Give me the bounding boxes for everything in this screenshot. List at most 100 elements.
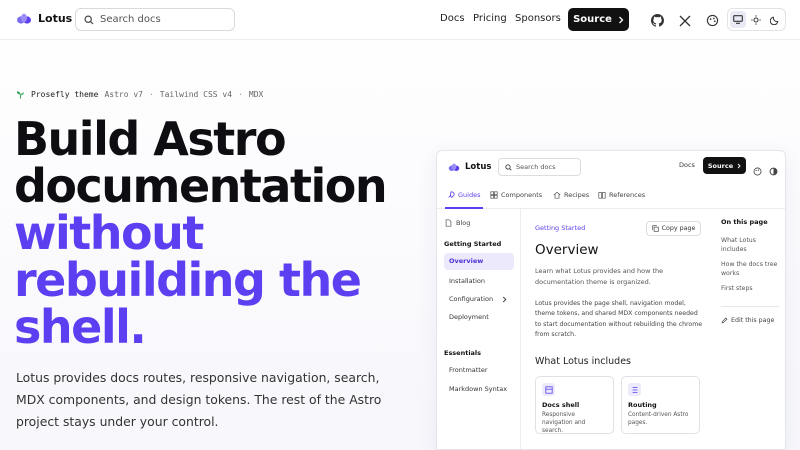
brand-logo-link[interactable]: Lotus (16, 12, 72, 25)
feature-card-docs-shell[interactable]: Docs shell Responsive navigation and sea… (535, 376, 614, 434)
brand-name: Lotus (38, 12, 73, 25)
palette-icon[interactable] (706, 12, 720, 27)
lotus-logo-icon (448, 163, 460, 172)
sprout-icon (16, 90, 25, 99)
tech-astro: Astro v7 (104, 90, 143, 99)
hero-tech-breadcrumb: Prosefly theme Astro v7 · Tailwind CSS v… (16, 90, 263, 99)
toc-link[interactable]: First steps (721, 284, 783, 293)
tab-label: Components (501, 191, 543, 199)
edit-page-label: Edit this page (731, 317, 775, 324)
separator: · (148, 90, 154, 99)
routing-icon (628, 383, 641, 396)
hero-description: Lotus provides docs routes, responsive n… (16, 370, 382, 429)
nav-docs-link[interactable]: Docs (440, 13, 465, 24)
sun-icon[interactable] (748, 11, 764, 28)
chevron-right-icon (618, 16, 624, 24)
copy-page-button[interactable]: Copy page (646, 221, 701, 236)
book-icon (598, 191, 606, 199)
hero-title-line: Build Astro (14, 112, 287, 166)
home-icon (553, 191, 561, 199)
preview-search-box[interactable]: Search docs (498, 158, 581, 176)
preview-brand[interactable]: Lotus (448, 162, 491, 172)
card-title: Routing (628, 401, 657, 409)
hero-title-accent-line: rebuilding the (14, 253, 362, 307)
tab-recipes[interactable]: Recipes (553, 191, 589, 199)
chevron-right-icon (737, 163, 741, 169)
tab-references[interactable]: References (598, 191, 645, 199)
source-button[interactable]: Source (568, 8, 629, 31)
sidebar-item-configuration[interactable]: Configuration (449, 295, 493, 303)
document-icon (445, 219, 452, 227)
sidebar-item-label: Blog (456, 219, 471, 227)
search-icon (505, 163, 512, 171)
tab-label: References (609, 191, 646, 199)
hero-title-line: documentation (14, 159, 388, 213)
sidebar-group-title: Essentials (444, 349, 482, 357)
preview-table-of-contents: On this page What Lotus includes How the… (707, 209, 785, 449)
docs-preview-window: Lotus Search docs Docs Source Guides Com… (436, 150, 786, 450)
toc-link[interactable]: What Lotus includes (721, 236, 783, 254)
preview-docs-link[interactable]: Docs (679, 161, 695, 169)
preview-main-content: Getting Started Copy page Overview Learn… (522, 209, 707, 449)
separator: · (238, 90, 243, 99)
search-input[interactable] (100, 14, 230, 25)
card-title: Docs shell (542, 401, 580, 409)
nav-sponsors-link[interactable]: Sponsors (515, 13, 561, 24)
search-box[interactable] (75, 8, 235, 31)
preview-source-button[interactable]: Source (703, 157, 746, 174)
card-description: Content-driven Astro pages. (628, 412, 689, 426)
search-icon (84, 14, 94, 25)
chevron-right-icon[interactable] (502, 296, 507, 303)
moon-icon[interactable] (767, 11, 783, 28)
toc-divider (721, 306, 779, 307)
tab-guides[interactable]: Guides (447, 191, 480, 199)
copy-page-label: Copy page (661, 225, 696, 232)
source-button-label: Source (573, 14, 612, 25)
feature-card-routing[interactable]: Routing Content-driven Astro pages. (621, 376, 700, 434)
tab-label: Recipes (564, 191, 590, 199)
tab-components[interactable]: Components (490, 191, 542, 199)
preview-search-placeholder: Search docs (516, 163, 556, 171)
tech-mdx: MDX (248, 90, 264, 99)
toc-title: On this page (721, 218, 768, 226)
toc-link[interactable]: How the docs tree works (721, 260, 783, 278)
components-icon (490, 191, 498, 199)
palette-icon[interactable] (753, 161, 762, 180)
system-theme-icon[interactable] (730, 11, 747, 28)
sidebar-item-deployment[interactable]: Deployment (449, 313, 489, 321)
lotus-logo-icon (16, 13, 32, 25)
sidebar-item-overview[interactable]: Overview (444, 253, 514, 270)
theme-name: Prosefly theme (31, 90, 99, 99)
sidebar-item-markdown-syntax[interactable]: Markdown Syntax (449, 385, 507, 393)
card-description: Responsive navigation and search. (542, 412, 586, 434)
sidebar-item-installation[interactable]: Installation (449, 277, 485, 285)
page-kicker: Getting Started (535, 224, 586, 232)
section-title: What Lotus includes (535, 356, 632, 367)
sidebar-group-title: Getting Started (444, 240, 502, 248)
pencil-icon (721, 317, 728, 324)
top-nav: Lotus Docs Pricing Sponsors Source (0, 0, 800, 40)
x-icon[interactable] (679, 12, 693, 27)
preview-topbar: Lotus Search docs Docs Source (437, 151, 785, 183)
layout-icon (542, 383, 555, 396)
nav-pricing-link[interactable]: Pricing (473, 13, 507, 24)
sidebar-item-blog[interactable]: Blog (445, 219, 470, 227)
tab-label: Guides (458, 191, 481, 199)
page-title: Overview (535, 242, 599, 258)
theme-switcher (727, 8, 786, 31)
copy-icon (651, 225, 659, 232)
system-theme-icon[interactable] (769, 161, 778, 180)
hero-title-accent-line: shell. (14, 300, 147, 354)
github-icon[interactable] (651, 12, 665, 27)
rocket-icon (447, 191, 455, 199)
edit-page-link[interactable]: Edit this page (721, 317, 774, 324)
page-lead: Learn what Lotus provides and how the do… (535, 267, 664, 286)
preview-sidebar: Blog Getting Started Overview Installati… (437, 209, 521, 449)
hero-title: Build Astro documentation without rebuil… (14, 116, 414, 351)
sidebar-item-frontmatter[interactable]: Frontmatter (449, 366, 488, 374)
preview-source-label: Source (707, 161, 734, 170)
preview-brand-name: Lotus (465, 162, 492, 172)
tech-tailwind: Tailwind CSS v4 (159, 90, 233, 99)
hero-title-accent-line: without (14, 206, 204, 260)
page-paragraph: Lotus provides the page shell, navigatio… (535, 300, 703, 338)
